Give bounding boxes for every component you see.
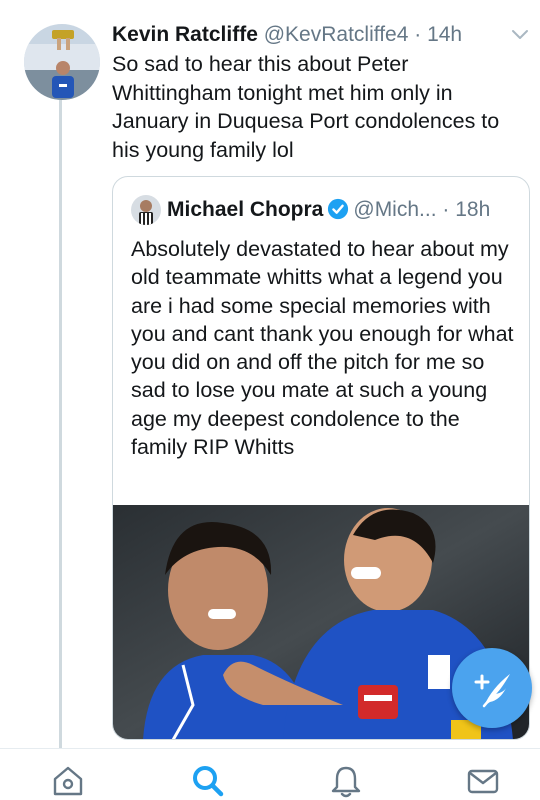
tab-home[interactable] (50, 763, 86, 799)
search-icon (193, 766, 224, 797)
bottom-tab-bar (0, 748, 540, 800)
quoted-tweet-header: Michael Chopra @Mich... · 18h (167, 195, 490, 225)
tweet[interactable]: Kevin Ratcliffe @KevRatcliffe4 · 14h So … (0, 0, 540, 750)
quoted-author-handle[interactable]: @Mich... (353, 198, 436, 221)
mail-icon (467, 769, 499, 794)
tweet-header: Kevin Ratcliffe @KevRatcliffe4 · 14h (112, 20, 512, 50)
author-avatar[interactable] (24, 24, 100, 100)
bell-icon (331, 766, 361, 798)
tweet-time[interactable]: 14h (427, 23, 462, 46)
author-name[interactable]: Kevin Ratcliffe (112, 23, 258, 46)
quoted-meta-separator: · (436, 198, 456, 221)
tweet-text: So sad to hear this about Peter Whitting… (112, 52, 500, 162)
tab-messages[interactable] (465, 763, 501, 799)
quoted-tweet-text: Absolutely devastated to hear about my o… (131, 237, 514, 460)
quoted-author-avatar[interactable] (131, 195, 161, 225)
compose-tweet-button[interactable] (452, 648, 532, 728)
quoted-author-name[interactable]: Michael Chopra (167, 198, 323, 221)
meta-separator: · (408, 23, 428, 46)
tab-search[interactable] (190, 763, 226, 799)
compose-feather-icon (474, 674, 510, 708)
tab-notifications[interactable] (328, 763, 364, 799)
author-handle[interactable]: @KevRatcliffe4 (264, 23, 409, 46)
chevron-down-icon[interactable] (510, 28, 530, 42)
quoted-tweet-time[interactable]: 18h (455, 198, 490, 221)
home-icon (53, 766, 83, 796)
verified-badge-icon (327, 198, 349, 220)
thread-line (59, 100, 62, 750)
